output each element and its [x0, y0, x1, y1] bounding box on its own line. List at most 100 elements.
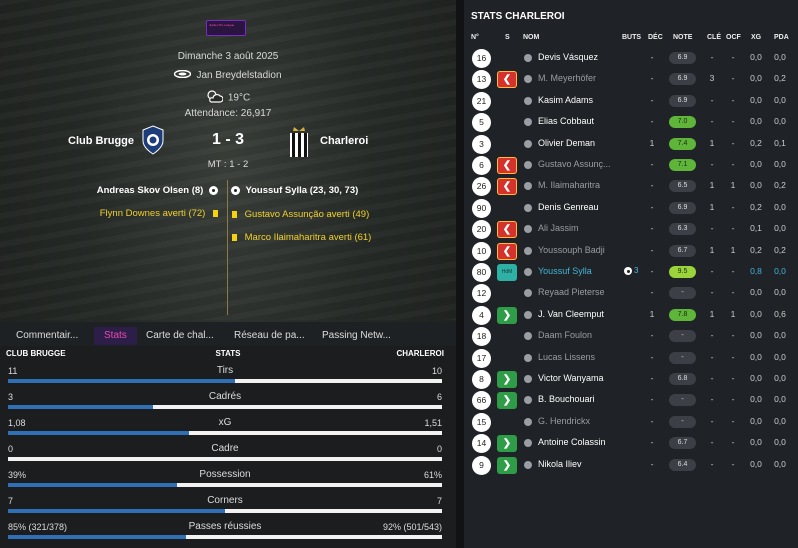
player-name[interactable]: Devis Vásquez — [538, 52, 598, 62]
ocf-cell: - — [731, 330, 735, 341]
decisive-cell: - — [650, 415, 654, 426]
player-row[interactable]: 20 ❮ Ali Jassim - 6.3 - - 0,1 0,0 — [464, 219, 798, 240]
tab-passing-network[interactable]: Passing Netw... — [318, 327, 395, 345]
player-row[interactable]: 90 Denis Genreau - 6.9 1 - 0,2 0,0 — [464, 198, 798, 219]
stat-comparison-bar — [8, 483, 442, 487]
player-name[interactable]: G. Hendrickx — [538, 416, 590, 426]
player-name[interactable]: M. Ilaimaharitra — [538, 180, 600, 190]
player-row[interactable]: 6 ❮ Gustavo Assunç... - 7.1 - - 0,0 0,0 — [464, 155, 798, 176]
player-name[interactable]: M. Meyerhöfer — [538, 73, 596, 83]
stat-name: xG — [218, 417, 232, 428]
player-name[interactable]: Victor Wanyama — [538, 373, 604, 383]
away-card-text: Marco Ilaimaharitra averti (61) — [244, 232, 372, 243]
stat-row: 39% Possession 61% — [8, 467, 442, 493]
ocf-cell: - — [731, 73, 735, 84]
player-row[interactable]: 14 ❯ Antoine Colassin - 6.7 - - 0,0 0,0 — [464, 433, 798, 454]
player-row[interactable]: 15 G. Hendrickx - - - - 0,0 0,0 — [464, 412, 798, 433]
home-team-name[interactable]: Club Brugge — [68, 135, 134, 147]
player-name[interactable]: Elias Cobbaut — [538, 116, 594, 126]
pda-cell: 0,0 — [774, 116, 786, 127]
stat-away-value: 0 — [436, 444, 442, 454]
col-number[interactable]: N° — [471, 34, 479, 41]
player-name[interactable]: Youssouph Badji — [538, 245, 605, 255]
player-name[interactable]: Kasim Adams — [538, 95, 593, 105]
player-number: 90 — [472, 198, 491, 218]
player-name[interactable]: Denis Genreau — [538, 202, 599, 212]
away-scorer: Youssuf Sylla (23, 30, 73) — [245, 185, 359, 196]
player-name[interactable]: Ali Jassim — [538, 223, 579, 233]
player-number: 17 — [472, 348, 491, 368]
rating-badge: 6.5 — [669, 180, 696, 193]
tab-pass-network[interactable]: Réseau de pa... — [230, 327, 309, 345]
player-row[interactable]: 66 ❯ B. Bouchouari - - - - 0,0 0,0 — [464, 390, 798, 411]
key-passes-cell: 1 — [709, 201, 715, 212]
col-name[interactable]: NOM — [523, 34, 539, 41]
person-icon — [524, 139, 532, 148]
xg-cell: 0,0 — [750, 159, 762, 169]
rating-badge: 7.1 — [669, 159, 696, 171]
pda-cell: 0,0 — [774, 94, 786, 105]
tab-heatmap[interactable]: Carte de chal... — [142, 327, 218, 345]
player-number: 3 — [472, 134, 491, 154]
xg-cell: 0,0 — [750, 180, 762, 191]
rating-badge: 7.4 — [669, 137, 696, 150]
decisive-cell: - — [650, 223, 654, 234]
stats-away-label: CHARLEROI — [396, 349, 444, 358]
col-sub[interactable]: S — [505, 34, 510, 41]
player-name[interactable]: Youssuf Sylla — [538, 266, 592, 276]
stat-home-fill — [8, 509, 225, 513]
player-row[interactable]: 8 ❯ Victor Wanyama - 6.8 - - 0,0 0,0 — [464, 369, 798, 390]
col-goals[interactable]: BUTS — [622, 34, 641, 41]
col-ocf[interactable]: OCF — [726, 34, 741, 41]
player-row[interactable]: 4 ❯ J. Van Cleemput 1 7.8 1 1 0,0 0,6 — [464, 305, 798, 326]
ocf-cell: - — [731, 137, 735, 148]
pda-cell: 0,6 — [774, 308, 786, 319]
player-name[interactable]: Nikola Iliev — [538, 459, 582, 469]
xg-cell: 0,0 — [750, 94, 762, 105]
player-row[interactable]: 5 Elias Cobbaut - 7.0 - - 0,0 0,0 — [464, 112, 798, 133]
player-name[interactable]: Lucas Lissens — [538, 352, 595, 362]
player-name[interactable]: B. Bouchouari — [538, 394, 595, 404]
key-passes-cell: - — [710, 394, 714, 405]
player-row[interactable]: 17 Lucas Lissens - - - - 0,0 0,0 — [464, 348, 798, 369]
stat-home-fill — [8, 379, 236, 383]
player-row[interactable]: 18 Daam Foulon - - - - 0,0 0,0 — [464, 326, 798, 347]
player-row[interactable]: 21 Kasim Adams - 6.9 - - 0,0 0,0 — [464, 91, 798, 112]
col-pda[interactable]: PDA — [774, 34, 789, 41]
player-number: 16 — [472, 49, 491, 68]
player-row[interactable]: 26 ❮ M. Ilaimaharitra - 6.5 1 1 0,0 0,2 — [464, 176, 798, 197]
person-icon — [524, 246, 532, 255]
player-name[interactable]: Gustavo Assunç... — [538, 159, 611, 169]
stadium-icon — [174, 69, 192, 81]
stat-home-fill — [8, 535, 186, 539]
player-name[interactable]: Antoine Colassin — [538, 437, 606, 447]
player-row[interactable]: 13 ❮ M. Meyerhöfer - 6.9 3 - 0,0 0,2 — [464, 69, 798, 90]
home-team-crest[interactable] — [141, 125, 165, 160]
player-row[interactable]: 9 ❯ Nikola Iliev - 6.4 - - 0,0 0,0 — [464, 455, 798, 476]
col-xg[interactable]: XG — [751, 34, 761, 41]
away-team-name[interactable]: Charleroi — [320, 135, 368, 147]
player-name[interactable]: Reyaad Pieterse — [538, 287, 605, 297]
col-rating[interactable]: NOTE — [673, 34, 692, 41]
tab-stats[interactable]: Stats — [94, 327, 137, 345]
stat-home-fill — [8, 483, 178, 487]
player-name[interactable]: J. Van Cleemput — [538, 309, 604, 319]
decisive-cell: - — [650, 266, 654, 276]
player-row[interactable]: 80 HdM Youssuf Sylla 3 - 9.5 - - 0,8 0,0 — [464, 262, 798, 283]
tab-commentary[interactable]: Commentair... — [12, 327, 82, 345]
away-team-crest[interactable] — [288, 126, 310, 163]
xg-cell: 0,0 — [750, 116, 762, 127]
stadium-line: Jan Breydelstadion — [0, 69, 456, 81]
player-row[interactable]: 10 ❮ Youssouph Badji - 6.7 1 1 0,2 0,2 — [464, 241, 798, 262]
player-name[interactable]: Daam Foulon — [538, 330, 592, 340]
col-decisive[interactable]: DÉC — [648, 34, 663, 41]
person-icon — [524, 460, 532, 469]
player-row[interactable]: 16 Devis Vásquez - 6.9 - - 0,0 0,0 — [464, 48, 798, 69]
stat-row: 7 Corners 7 — [8, 493, 442, 519]
stat-name: Cadrés — [208, 391, 242, 402]
pda-cell: 0,2 — [774, 244, 786, 255]
player-row[interactable]: 3 Olivier Deman 1 7.4 1 - 0,2 0,1 — [464, 134, 798, 155]
col-key-passes[interactable]: CLÉ — [707, 34, 721, 41]
player-row[interactable]: 12 Reyaad Pieterse - - - - 0,0 0,0 — [464, 283, 798, 304]
player-name[interactable]: Olivier Deman — [538, 138, 595, 148]
